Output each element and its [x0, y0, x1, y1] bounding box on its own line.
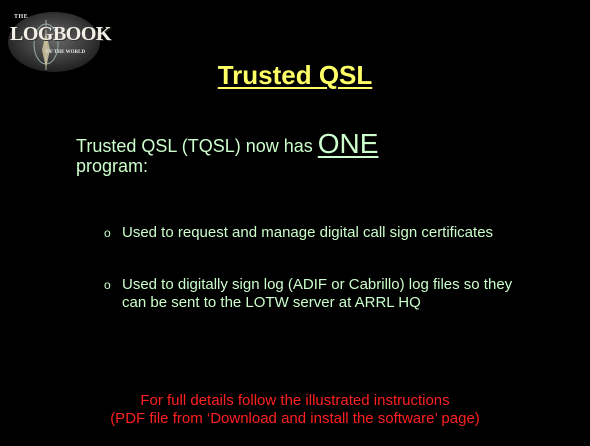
- intro-text-before: Trusted QSL (TQSL) now has: [76, 136, 318, 156]
- footer-line-2: (PDF file from ‘Download and install the…: [110, 410, 480, 427]
- intro-emphasis: ONE: [317, 128, 379, 159]
- bullet-item: o Used to request and manage digital cal…: [104, 224, 524, 242]
- bullet-marker-icon: o: [104, 226, 111, 240]
- bullet-marker-icon: o: [104, 278, 111, 292]
- slide: THE LOGBOOK OF THE WORLD Trusted QSL Tru…: [0, 0, 590, 446]
- slide-title: Trusted QSL: [217, 60, 373, 90]
- logo-main-text: LOGBOOK: [10, 23, 111, 45]
- intro-text: Trusted QSL (TQSL) now has ONE program:: [76, 130, 556, 177]
- logo-top-text: THE: [14, 14, 29, 20]
- bullet-list: o Used to request and manage digital cal…: [104, 224, 524, 312]
- intro-text-after: program:: [76, 156, 149, 176]
- bullet-text: Used to digitally sign log (ADIF or Cabr…: [122, 276, 513, 311]
- bullet-item: o Used to digitally sign log (ADIF or Ca…: [104, 276, 524, 312]
- bullet-text: Used to request and manage digital call …: [122, 224, 494, 241]
- footer-note: For full details follow the illustrated …: [0, 392, 590, 428]
- logo-bottom-text: OF THE WORLD: [46, 50, 86, 55]
- footer-line-1: For full details follow the illustrated …: [140, 392, 450, 409]
